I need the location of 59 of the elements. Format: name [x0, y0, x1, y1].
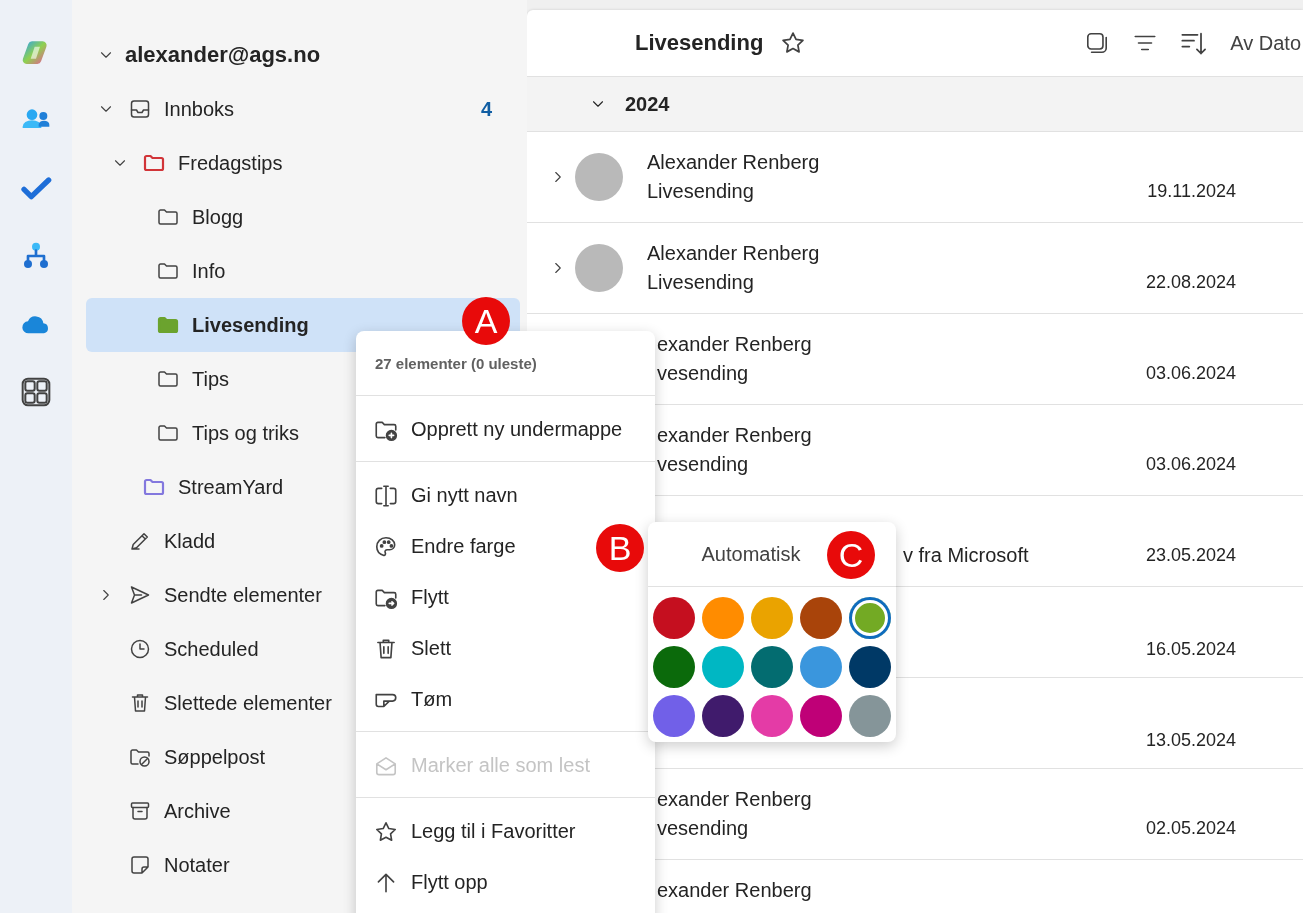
folder-item[interactable]: Fredagstips — [86, 136, 520, 190]
item-count: 27 elementer (0 uleste) — [375, 354, 537, 372]
folder-item[interactable]: Info — [86, 244, 520, 298]
message-subject: Livesending — [647, 271, 754, 294]
menu-item[interactable]: Opprett ny undermappe — [356, 404, 655, 455]
color-swatch[interactable] — [702, 695, 744, 737]
color-swatch[interactable] — [800, 597, 842, 639]
message-date: 19.11.2024 — [1147, 181, 1236, 202]
message-date: 16.05.2024 — [1145, 638, 1236, 660]
message-subject: vesending — [657, 817, 749, 840]
color-swatch[interactable] — [751, 597, 793, 639]
avatar — [575, 153, 623, 201]
message-date: 23.05.2024 — [1145, 544, 1236, 566]
paper-plane-icon — [128, 583, 152, 607]
color-swatch[interactable] — [849, 597, 891, 639]
unread-count: 4 — [480, 97, 492, 121]
folder-item[interactable]: Blogg — [86, 190, 520, 244]
color-swatch[interactable] — [849, 695, 891, 737]
color-swatch[interactable] — [702, 597, 744, 639]
sender-name: exander Renberg — [657, 333, 813, 356]
color-swatch[interactable] — [849, 646, 891, 688]
color-swatch[interactable] — [653, 646, 695, 688]
message-date: 03.06.2024 — [1145, 363, 1236, 384]
archive-box-icon — [128, 799, 152, 823]
color-swatch[interactable] — [653, 695, 695, 737]
menu-item[interactable]: Legg til i Favoritter — [356, 806, 655, 857]
message-date: 22.08.2024 — [1145, 272, 1236, 293]
sender-name: Alexander Renberg — [647, 242, 821, 265]
menu-item[interactable]: Flytt opp — [356, 857, 655, 908]
color-swatch[interactable] — [800, 695, 842, 737]
color-swatch[interactable] — [751, 695, 793, 737]
message-subject: vesending — [657, 453, 749, 476]
group-header: 2024 — [625, 92, 670, 116]
folder-item[interactable]: Innboks 4 — [86, 82, 520, 136]
sender-name: exander Renberg — [657, 424, 813, 447]
color-swatch[interactable] — [702, 646, 744, 688]
account-name[interactable]: alexander@ags.no — [125, 42, 321, 68]
message-subject: v fra Microsoft — [903, 543, 1029, 567]
menu-item[interactable]: Gi nytt navn — [356, 470, 655, 521]
sender-name: exander Renberg — [657, 878, 813, 902]
message-date: 13.05.2024 — [1145, 729, 1236, 751]
automatic-option[interactable]: Automatisk — [701, 542, 801, 566]
rename-icon — [373, 482, 399, 509]
folder-title: Livesending — [635, 30, 764, 56]
message-subject: vesending — [657, 362, 749, 385]
color-swatch[interactable] — [800, 646, 842, 688]
apps-icon[interactable] — [20, 376, 52, 408]
sender-name: Alexander Renberg — [647, 151, 821, 174]
sender-name: exander Renberg — [657, 788, 813, 811]
clock-icon — [128, 637, 152, 661]
note-icon — [128, 853, 152, 877]
color-swatch[interactable] — [751, 646, 793, 688]
message-date: 03.06.2024 — [1145, 454, 1236, 475]
sort-button[interactable]: Av Dato — [1230, 31, 1301, 55]
message-date: 02.05.2024 — [1145, 818, 1236, 839]
avatar — [575, 244, 623, 292]
message-subject: Livesending — [647, 180, 754, 203]
inbox-icon — [128, 97, 152, 121]
color-swatch[interactable] — [653, 597, 695, 639]
